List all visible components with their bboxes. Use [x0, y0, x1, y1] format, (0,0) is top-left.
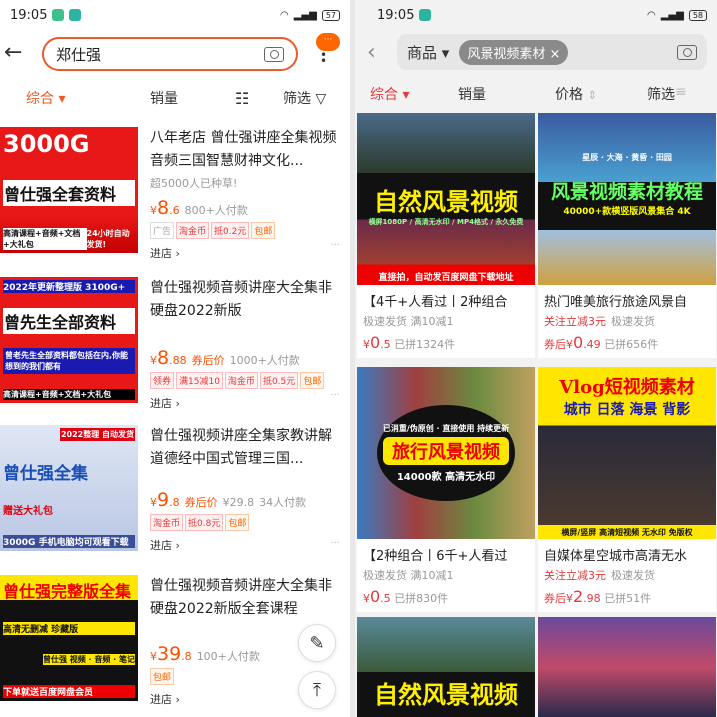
battery-icon: 58 [688, 9, 707, 21]
product-price: 券后¥2.98 已拼51件 [544, 587, 652, 606]
product-price: ¥0.5 已拼830件 [363, 587, 449, 606]
tag: 淘金币 [150, 514, 184, 531]
product-price: ¥9.8 券后价 ¥29.8 34人付款 [150, 489, 307, 511]
product-card[interactable]: 已消重/伪原创 · 直接使用 持续更新 旅行风景视频 14000款 高清无水印 … [357, 367, 535, 612]
product-title[interactable]: 热门唯美旅行旅途风景自 [538, 285, 716, 310]
product-title[interactable]: 【2种组合丨6千+人看过 [357, 539, 535, 564]
tag: 满15减10 [176, 372, 223, 389]
search-scope-dropdown[interactable]: 商品 ▾ [407, 42, 449, 63]
signal-icon: ▂▄▆ [660, 9, 684, 21]
product-price: ¥0.5 已拼1324件 [363, 333, 456, 352]
product-meta: 关注立减3元 极速发货 [544, 315, 655, 328]
product-title[interactable]: 曾仕强视频音频讲座大全集非硬盘2022新版 [150, 277, 340, 323]
wifi-icon: ◠ [647, 9, 656, 21]
tag: 淘金币 [224, 372, 258, 389]
tag: 抵0.5元 [259, 372, 299, 389]
sort-comprehensive[interactable]: 综合 ▾ [26, 88, 65, 108]
wifi-icon: ◠ [280, 9, 289, 21]
chip-close-icon[interactable]: × [549, 47, 560, 62]
status-bar: 19:05 ◠ ▂▄▆ 58 [355, 0, 717, 30]
list-view-toggle-icon[interactable]: ☷ [235, 89, 249, 108]
tag: 抵0.8元 [185, 514, 224, 531]
product-image: 星辰 · 大海 · 黄昏 · 田园 风景视频素材教程 40000+款横竖版风景集… [538, 113, 716, 285]
app-icon [419, 9, 432, 21]
enter-shop-link[interactable]: 进店 › [150, 245, 340, 261]
search-input[interactable]: 商品 ▾ 风景视频素材 × [397, 34, 707, 70]
product-title[interactable]: 【4千+人看过丨2种组合 [357, 285, 535, 310]
product-image: 自然风景视频 [357, 617, 535, 717]
clock: 19:05 [10, 7, 48, 23]
product-title[interactable]: 八年老店 曾仕强讲座全集视频音频三国智慧财神文化... [150, 127, 340, 173]
product-image: 2022年更新整理版 3100G+ 曾先生全部资料 曾老先生全部资料都包括在内,… [0, 277, 138, 403]
more-options-icon[interactable]: ··· [330, 538, 340, 549]
back-button[interactable]: ← [4, 40, 22, 65]
more-options-icon[interactable]: ··· [330, 240, 340, 251]
tag-free-shipping: 包邮 [300, 372, 325, 389]
filter-button[interactable]: 筛选 ≡ [647, 84, 687, 104]
left-phone-screen: 19:05 ◠ ▂▄▆ 57 ← 郑仕强 ··· • • 综合 ▾ 销量 ☷ 筛选 ▽… [0, 0, 350, 717]
product-image [538, 617, 716, 717]
enter-shop-link[interactable]: 进店 › [150, 537, 340, 553]
list-item[interactable]: 2022年更新整理版 3100G+ 曾先生全部资料 曾老先生全部资料都包括在内,… [0, 277, 350, 417]
signal-icon: ▂▄▆ [293, 9, 317, 21]
sort-sales[interactable]: 销量 [458, 84, 486, 104]
notification-icon [52, 9, 65, 21]
tag: 抵0.2元 [211, 222, 250, 239]
sort-price[interactable]: 价格 ⇕ [555, 84, 597, 104]
tag: 领券 [150, 372, 175, 389]
product-card[interactable]: Vlog短视频素材 城市 日落 海景 背影 横屏/竖屏 高清短视频 无水印 免版… [538, 367, 716, 612]
product-image: 已消重/伪原创 · 直接使用 持续更新 旅行风景视频 14000款 高清无水印 [357, 367, 535, 539]
back-button[interactable]: ‹ [367, 40, 376, 65]
product-meta: 关注立减3元 极速发货 [544, 569, 655, 582]
battery-icon: 57 [321, 9, 340, 21]
product-meta: 极速发货 满10减1 [363, 569, 454, 582]
tag-ad: 广告 [150, 222, 175, 239]
app-icon [69, 9, 82, 21]
feedback-button[interactable]: ✎ [298, 624, 336, 662]
product-title[interactable]: 曾仕强视频讲座全集家教讲解道德经中国式管理三国... [150, 425, 340, 471]
product-price: ¥8.88 券后价 1000+人付款 [150, 347, 300, 369]
tag-free-shipping: 包邮 [225, 514, 250, 531]
tag: 淘金币 [176, 222, 210, 239]
tag-free-shipping: 包邮 [251, 222, 276, 239]
sort-bar: 综合 ▾ 销量 ☷ 筛选 ▽ [0, 88, 350, 108]
product-meta: 极速发货 满10减1 [363, 315, 454, 328]
product-image: 曾仕强完整版全集 高清无删减 珍藏版 曾仕强 视频 · 音频 · 笔记 下单就送… [0, 575, 138, 701]
product-image-caption: 自然风景视频 [370, 675, 522, 710]
camera-icon[interactable] [677, 44, 697, 60]
list-item[interactable]: 2022整理 自动发货 曾仕强全集 赠送大礼包 3000G 手机电脑均可观看下载… [0, 425, 350, 565]
more-options-icon[interactable]: ··· [330, 390, 340, 401]
product-card[interactable]: 自然风景视频 横屏1080P / 高清无水印 / MP4格式 / 永久免费 直接… [357, 113, 535, 358]
product-price: ¥8.6 800+人付款 [150, 197, 248, 219]
clock: 19:05 [377, 7, 415, 23]
right-phone-screen: 19:05 ◠ ▂▄▆ 58 ‹ 商品 ▾ 风景视频素材 × 综合 ▾ 销量 价格 … [355, 0, 717, 717]
back-to-top-button[interactable]: ⤒ [298, 671, 336, 709]
sort-bar: 综合 ▾ 销量 价格 ⇕ 筛选 ≡ [355, 84, 717, 104]
camera-icon[interactable] [264, 46, 284, 62]
product-title[interactable]: 自媒体星空城市高清无水 [538, 539, 716, 564]
search-query: 郑仕强 [56, 45, 102, 64]
product-price: 券后¥0.49 已拼656件 [544, 333, 659, 352]
product-title[interactable]: 曾仕强视频音频讲座大全集非硬盘2022新版全套课程 [150, 575, 340, 621]
enter-shop-link[interactable]: 进店 › [150, 395, 340, 411]
filter-button[interactable]: 筛选 ▽ [283, 88, 326, 108]
product-subtitle: 超5000人已种草! [150, 177, 238, 190]
product-image: 3000G 曾仕强全套资料 高清课程+音频+文档+大礼包 24小时自动发货! [0, 127, 138, 253]
product-card[interactable]: 星辰 · 大海 · 黄昏 · 田园 风景视频素材教程 40000+款横竖版风景集… [538, 113, 716, 358]
search-chip[interactable]: 风景视频素材 × [459, 39, 569, 65]
product-image: 2022整理 自动发货 曾仕强全集 赠送大礼包 3000G 手机电脑均可观看下载 [0, 425, 138, 551]
search-input[interactable]: 郑仕强 [42, 37, 298, 71]
sort-sales[interactable]: 销量 [150, 88, 178, 108]
menu-dots-icon[interactable]: • • [320, 49, 327, 67]
product-image: 自然风景视频 横屏1080P / 高清无水印 / MP4格式 / 永久免费 直接… [357, 113, 535, 285]
product-image: Vlog短视频素材 城市 日落 海景 背影 横屏/竖屏 高清短视频 无水印 免版… [538, 367, 716, 539]
sort-comprehensive[interactable]: 综合 ▾ [370, 84, 409, 104]
status-bar: 19:05 ◠ ▂▄▆ 57 [0, 0, 350, 30]
list-item[interactable]: 3000G 曾仕强全套资料 高清课程+音频+文档+大礼包 24小时自动发货! 八年… [0, 127, 350, 267]
tag-free-shipping: 包邮 [150, 668, 175, 685]
product-card[interactable] [538, 617, 716, 717]
product-card[interactable]: 自然风景视频 [357, 617, 535, 717]
